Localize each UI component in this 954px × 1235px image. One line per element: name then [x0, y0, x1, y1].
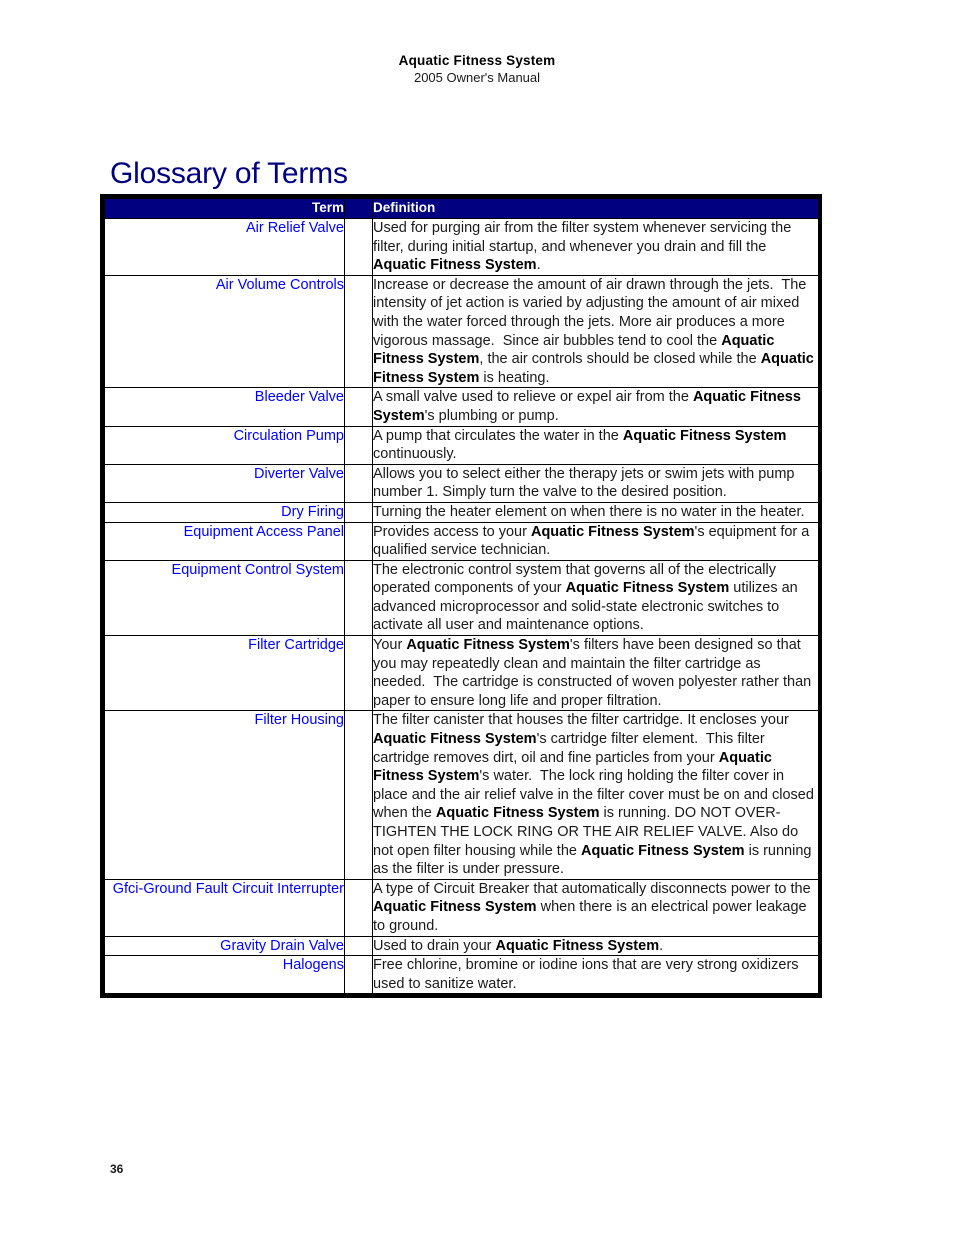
glossary-term: Gfci-Ground Fault Circuit Interrupter — [104, 878, 345, 937]
glossary-spacer-cell — [344, 425, 373, 465]
column-header-definition: Definition — [372, 198, 819, 219]
glossary-spacer-cell — [344, 955, 373, 995]
table-header-row: Term Definition — [104, 198, 819, 219]
glossary-spacer-cell — [344, 463, 373, 503]
glossary-term: Diverter Valve — [104, 463, 345, 503]
glossary-definition: Increase or decrease the amount of air d… — [372, 274, 819, 389]
page-title: Glossary of Terms — [110, 157, 348, 191]
glossary-term: Circulation Pump — [104, 425, 345, 465]
glossary-definition: A pump that circulates the water in the … — [372, 425, 819, 465]
glossary-spacer-cell — [344, 710, 373, 880]
table-row: Gfci-Ground Fault Circuit Interrupter A t… — [104, 878, 819, 937]
running-header-subtitle: 2005 Owner's Manual — [413, 70, 541, 85]
column-header-term: Term — [104, 198, 345, 219]
table-row: Bleeder Valve A small valve used to relie… — [104, 387, 819, 427]
table-body: Air Relief Valve Used for purging air fro… — [104, 218, 819, 995]
running-header-title: Aquatic Fitness System — [398, 53, 556, 68]
glossary-table-container: Term Definition Air Relief Valve Used for… — [100, 194, 822, 999]
glossary-table: Term Definition Air Relief Valve Used for… — [104, 198, 819, 995]
glossary-term: Equipment Access Panel — [104, 521, 345, 561]
glossary-definition: Turning the heater element on when there… — [372, 501, 819, 523]
glossary-definition: Used to drain your Aquatic Fitness Syste… — [372, 935, 819, 957]
glossary-term: Equipment Control System — [104, 559, 345, 637]
page-number: 36 — [110, 1162, 124, 1176]
glossary-spacer-cell — [344, 635, 373, 712]
glossary-definition: The electronic control system that gover… — [372, 559, 819, 637]
glossary-term: Halogens — [104, 955, 345, 995]
glossary-term: Air Volume Controls — [104, 274, 345, 389]
glossary-term: Gravity Drain Valve — [104, 935, 345, 957]
table-row: Filter Cartridge Your Aquatic Fitness Sys… — [104, 635, 819, 712]
column-header-spacer — [344, 198, 373, 219]
table-row: Dry Firing Turning the heater element on … — [104, 501, 819, 523]
running-header: Aquatic Fitness System 2005 Owner's Manu… — [0, 52, 954, 87]
document-page: Aquatic Fitness System 2005 Owner's Manu… — [0, 0, 954, 1235]
table-row: Circulation Pump A pump that circulates t… — [104, 425, 819, 465]
glossary-spacer-cell — [344, 935, 373, 957]
glossary-term: Dry Firing — [104, 501, 345, 523]
glossary-definition: Allows you to select either the therapy … — [372, 463, 819, 503]
glossary-spacer-cell — [344, 501, 373, 523]
glossary-definition: A type of Circuit Breaker that automatic… — [372, 878, 819, 937]
glossary-definition: Your Aquatic Fitness System's filters ha… — [372, 635, 819, 712]
glossary-definition: Used for purging air from the filter sys… — [372, 218, 819, 276]
glossary-term: Filter Cartridge — [104, 635, 345, 712]
table-row: Equipment Access Panel Provides access to… — [104, 521, 819, 561]
glossary-spacer-cell — [344, 521, 373, 561]
glossary-spacer-cell — [344, 274, 373, 389]
table-row: Filter Housing The filter canister that h… — [104, 710, 819, 880]
table-row: Equipment Control System The electronic c… — [104, 559, 819, 637]
glossary-spacer-cell — [344, 878, 373, 937]
table-row: Gravity Drain Valve Used to drain your Aq… — [104, 935, 819, 957]
glossary-spacer-cell — [344, 218, 373, 276]
glossary-definition: Free chlorine, bromine or iodine ions th… — [372, 955, 819, 995]
table-header: Term Definition — [104, 198, 819, 219]
glossary-spacer-cell — [344, 559, 373, 637]
glossary-definition: The filter canister that houses the filt… — [372, 710, 819, 880]
table-row: Air Volume Controls Increase or decrease … — [104, 274, 819, 389]
glossary-definition: Provides access to your Aquatic Fitness … — [372, 521, 819, 561]
table-row: Diverter Valve Allows you to select eithe… — [104, 463, 819, 503]
glossary-term: Filter Housing — [104, 710, 345, 880]
table-row: Halogens Free chlorine, bromine or iodine… — [104, 955, 819, 995]
glossary-term: Air Relief Valve — [104, 218, 345, 276]
table-row: Air Relief Valve Used for purging air fro… — [104, 218, 819, 276]
glossary-spacer-cell — [344, 387, 373, 427]
glossary-definition: A small valve used to relieve or expel a… — [372, 387, 819, 427]
glossary-term: Bleeder Valve — [104, 387, 345, 427]
